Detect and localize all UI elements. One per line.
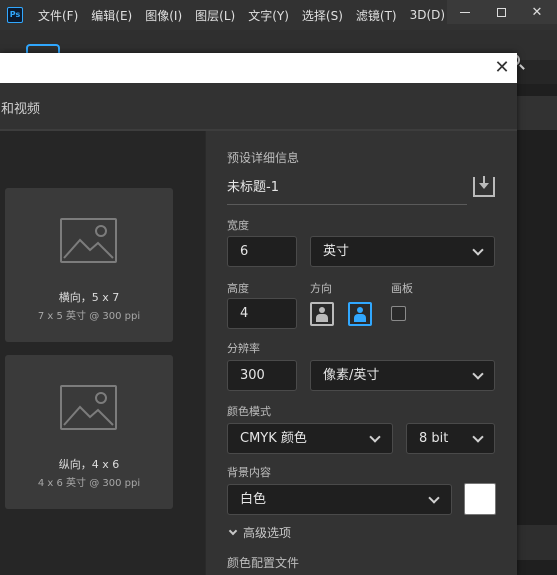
save-arrow-head <box>479 183 489 189</box>
landscape-icon-body <box>354 314 366 322</box>
resolution-input[interactable]: 300 <box>227 360 297 391</box>
preset-title: 横向，5 x 7 <box>58 291 120 304</box>
window-close-button[interactable]: ✕ <box>519 0 555 24</box>
right-panel-tab <box>517 96 557 130</box>
color-mode-select[interactable]: CMYK 颜色 <box>227 423 393 454</box>
portrait-orientation-button[interactable] <box>310 302 334 326</box>
menu-edit[interactable]: 编辑(E) <box>91 7 132 24</box>
landscape-image-icon <box>63 225 114 259</box>
photoshop-window: Ps 文件(F) 编辑(E) 图像(I) 图层(L) 文字(Y) 选择(S) 滤… <box>0 0 557 575</box>
bit-depth-value: 8 bit <box>419 431 449 446</box>
background-color-swatch[interactable] <box>464 483 496 515</box>
chevron-down-icon <box>472 368 484 380</box>
right-panel <box>517 84 557 575</box>
menu-layer[interactable]: 图层(L) <box>195 7 235 24</box>
width-unit-value: 英寸 <box>323 244 350 259</box>
preset-subtitle: 7 x 5 英寸 @ 300 ppi <box>37 311 141 322</box>
preset-details-title: 预设详细信息 <box>227 151 300 165</box>
color-mode-label: 颜色模式 <box>227 405 271 418</box>
maximize-icon <box>496 7 506 17</box>
preset-card-landscape[interactable]: 横向，5 x 7 7 x 5 英寸 @ 300 ppi <box>5 188 173 342</box>
menu-filter[interactable]: 滤镜(T) <box>356 7 397 24</box>
image-placeholder-icon <box>60 218 117 263</box>
artboard-label: 画板 <box>391 282 413 295</box>
menu-3d[interactable]: 3D(D) <box>410 8 445 22</box>
preset-card-portrait[interactable]: 纵向，4 x 6 4 x 6 英寸 @ 300 ppi <box>5 355 173 509</box>
chevron-down-icon <box>428 492 440 504</box>
dialog-close-icon[interactable]: ✕ <box>493 59 511 77</box>
tab-film-video[interactable]: 和视频 <box>1 98 40 117</box>
window-controls: ✕ <box>447 0 557 24</box>
chevron-down-icon <box>228 526 238 536</box>
dialog-titlebar: ✕ <box>0 53 517 83</box>
bit-depth-select[interactable]: 8 bit <box>406 423 495 454</box>
width-input[interactable]: 6 <box>227 236 297 267</box>
maximize-button[interactable] <box>483 0 519 24</box>
portrait-icon-body <box>316 314 328 322</box>
menu-items: 文件(F) 编辑(E) 图像(I) 图层(L) 文字(Y) 选择(S) 滤镜(T… <box>38 0 495 30</box>
background-label: 背景内容 <box>227 466 271 479</box>
width-label: 宽度 <box>227 219 249 232</box>
preset-title: 纵向，4 x 6 <box>58 458 120 471</box>
background-select[interactable]: 白色 <box>227 484 452 515</box>
chevron-down-icon <box>472 431 484 443</box>
advanced-options-toggle[interactable]: 高级选项 <box>228 524 292 541</box>
preset-subtitle: 4 x 6 英寸 @ 300 ppi <box>37 478 141 489</box>
height-input[interactable]: 4 <box>227 298 297 329</box>
portrait-icon <box>319 307 325 313</box>
menu-bar: Ps 文件(F) 编辑(E) 图像(I) 图层(L) 文字(Y) 选择(S) 滤… <box>0 0 557 30</box>
preset-tabs <box>0 83 517 129</box>
color-mode-value: CMYK 颜色 <box>240 431 307 446</box>
image-placeholder-icon <box>60 385 117 430</box>
resolution-label: 分辨率 <box>227 342 260 355</box>
landscape-icon <box>357 307 363 313</box>
background-value: 白色 <box>240 492 267 507</box>
artboard-checkbox[interactable] <box>391 306 406 321</box>
menu-type[interactable]: 文字(Y) <box>248 7 289 24</box>
resolution-unit-value: 像素/英寸 <box>323 368 380 383</box>
right-panel-tab <box>517 525 557 560</box>
menu-select[interactable]: 选择(S) <box>302 7 343 24</box>
document-name-field[interactable]: 未标题-1 <box>227 177 467 205</box>
orientation-label: 方向 <box>310 282 332 295</box>
height-label: 高度 <box>227 282 249 295</box>
chevron-down-icon <box>472 244 484 256</box>
resolution-unit-select[interactable]: 像素/英寸 <box>310 360 495 391</box>
minimize-icon <box>460 11 470 13</box>
width-unit-select[interactable]: 英寸 <box>310 236 495 267</box>
chevron-down-icon <box>369 431 381 443</box>
menu-image[interactable]: 图像(I) <box>145 7 182 24</box>
minimize-button[interactable] <box>447 0 483 24</box>
menu-file[interactable]: 文件(F) <box>38 7 78 24</box>
photoshop-logo-icon: Ps <box>7 7 23 23</box>
landscape-orientation-button[interactable] <box>348 302 372 326</box>
color-profile-label: 颜色配置文件 <box>227 556 300 570</box>
advanced-options-label: 高级选项 <box>243 526 292 540</box>
landscape-image-icon <box>63 392 114 426</box>
